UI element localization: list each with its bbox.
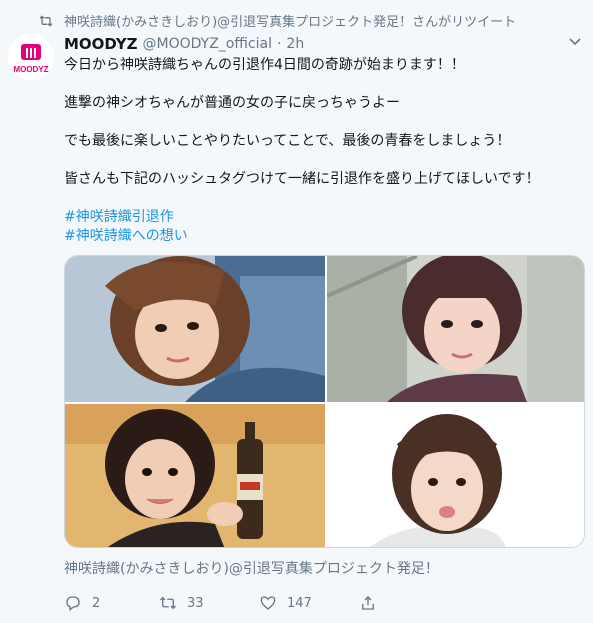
like-button[interactable]: 147 (259, 594, 359, 612)
retweet-context[interactable]: 神咲詩織(かみさきしおり)@引退写真集プロジェクト発足！さんがリツイート (38, 11, 516, 30)
user-handle[interactable]: @MOODYZ_official (143, 36, 272, 52)
share-icon (362, 596, 374, 610)
tweet-line: 皆さんも下記のハッシュタグつけて一緒に引退作を盛り上げてほしいです！ (64, 171, 540, 187)
like-count: 147 (287, 595, 312, 611)
hashtag-link[interactable]: #神咲詩織引退作 (64, 208, 584, 227)
heart-icon (260, 596, 276, 610)
tweet-text: 今日から神咲詩織ちゃんの引退作4日間の奇跡が始まります！！ 進撃の神シオちゃんが… (64, 56, 584, 246)
reply-count: 2 (92, 595, 101, 611)
share-button[interactable] (359, 594, 387, 612)
photo-portrait-window[interactable] (327, 256, 584, 402)
retweet-icon (39, 14, 53, 27)
retweet-button[interactable]: 33 (159, 594, 259, 612)
tweet-line: 進撃の神シオちゃんが普通の女の子に戻っちゃうよー (64, 95, 400, 111)
avatar-logo-text: MOODYZ (13, 65, 48, 74)
hashtag-link[interactable]: #神咲詩織への想い (64, 227, 584, 246)
reply-icon (66, 596, 80, 612)
tweet-header: MOODYZ @MOODYZ_official · 2h (64, 35, 583, 53)
source-account-link[interactable]: 神咲詩織(かみさきしおり)@引退写真集プロジェクト発足！ (64, 558, 439, 578)
chevron-down-icon[interactable] (569, 38, 581, 46)
tweet-actions: 2 33 147 (64, 593, 484, 613)
tweet-line: 今日から神咲詩織ちゃんの引退作4日間の奇跡が始まります！！ (64, 57, 465, 73)
retweet-context-text: 神咲詩織(かみさきしおり)@引退写真集プロジェクト発足！さんがリツイート (64, 15, 517, 30)
retweet-icon (160, 596, 176, 610)
avatar[interactable]: MOODYZ (8, 34, 54, 80)
retweet-count: 33 (187, 595, 204, 611)
tweet-timestamp[interactable]: 2h (286, 36, 304, 52)
separator-dot: · (276, 36, 282, 52)
photo-bottle-toast[interactable] (65, 404, 325, 547)
photo-selfie-denim[interactable] (65, 256, 325, 402)
media-grid (64, 255, 585, 548)
tweet-line: でも最後に楽しいことやりたいってことで、最後の青春をしましょう！ (64, 133, 511, 149)
reply-button[interactable]: 2 (64, 594, 159, 612)
photo-pout-face[interactable] (327, 404, 584, 547)
moodyz-logo: MOODYZ (8, 34, 54, 80)
display-name[interactable]: MOODYZ (64, 35, 138, 53)
